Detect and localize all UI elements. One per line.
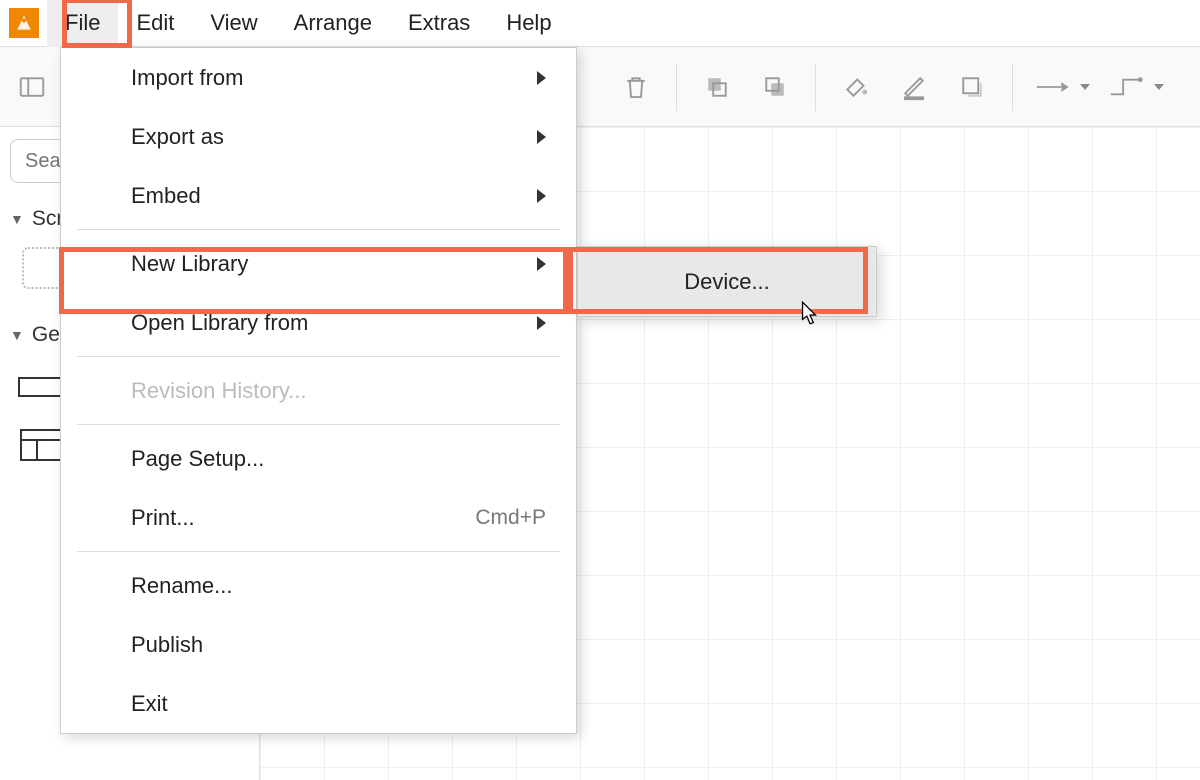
to-front-button[interactable] (695, 65, 739, 109)
menu-help[interactable]: Help (488, 0, 569, 47)
menu-import-from[interactable]: Import from (61, 48, 576, 107)
delete-button[interactable] (614, 65, 658, 109)
menu-file[interactable]: File (47, 0, 118, 47)
connection-button[interactable] (1031, 65, 1091, 109)
shadow-button[interactable] (950, 65, 994, 109)
menu-item-label: Export as (131, 124, 224, 150)
submenu-arrow-icon (537, 257, 546, 271)
menu-edit[interactable]: Edit (118, 0, 192, 47)
file-menu-dropdown: Import from Export as Embed New Library … (60, 47, 577, 734)
new-library-submenu: Device... (577, 246, 877, 317)
waypoints-button[interactable] (1105, 65, 1165, 109)
menu-item-label: Rename... (131, 573, 233, 599)
menu-rename[interactable]: Rename... (61, 556, 576, 615)
menu-item-label: Revision History... (131, 378, 307, 404)
app-logo (0, 0, 47, 47)
menu-page-setup[interactable]: Page Setup... (61, 429, 576, 488)
menubar: File Edit View Arrange Extras Help (0, 0, 1200, 47)
menu-arrange[interactable]: Arrange (276, 0, 390, 47)
fill-color-button[interactable] (834, 65, 878, 109)
line-color-button[interactable] (892, 65, 936, 109)
menu-separator (77, 551, 560, 552)
submenu-arrow-icon (537, 130, 546, 144)
menu-publish[interactable]: Publish (61, 615, 576, 674)
menu-new-library[interactable]: New Library (61, 234, 576, 293)
menu-item-shortcut: Cmd+P (475, 506, 546, 530)
scratchpad-placeholder-shape (22, 247, 64, 289)
submenu-device[interactable]: Device... (578, 247, 876, 316)
menu-separator (77, 424, 560, 425)
toolbar-separator (815, 63, 816, 111)
menu-extras[interactable]: Extras (390, 0, 488, 47)
submenu-arrow-icon (537, 71, 546, 85)
menu-export-as[interactable]: Export as (61, 107, 576, 166)
menu-revision-history: Revision History... (61, 361, 576, 420)
menu-item-label: Exit (131, 691, 168, 717)
menu-exit[interactable]: Exit (61, 674, 576, 733)
to-back-button[interactable] (753, 65, 797, 109)
menu-item-label: Embed (131, 183, 201, 209)
menu-item-label: Import from (131, 65, 243, 91)
toolbar-separator (676, 63, 677, 111)
menu-item-label: Page Setup... (131, 446, 264, 472)
menu-item-label: Open Library from (131, 310, 308, 336)
toolbar-separator (1012, 63, 1013, 111)
menu-item-label: Publish (131, 632, 203, 658)
menu-item-label: New Library (131, 251, 248, 277)
menu-view[interactable]: View (192, 0, 275, 47)
chevron-down-icon: ▼ (10, 327, 24, 343)
toggle-sidebar-button[interactable] (10, 65, 54, 109)
menu-separator (77, 356, 560, 357)
submenu-arrow-icon (537, 189, 546, 203)
menu-separator (77, 229, 560, 230)
chevron-down-icon: ▼ (10, 211, 24, 227)
menu-open-library-from[interactable]: Open Library from (61, 293, 576, 352)
menu-item-label: Print... (131, 505, 195, 531)
menu-print[interactable]: Print... Cmd+P (61, 488, 576, 547)
menu-embed[interactable]: Embed (61, 166, 576, 225)
submenu-arrow-icon (537, 316, 546, 330)
